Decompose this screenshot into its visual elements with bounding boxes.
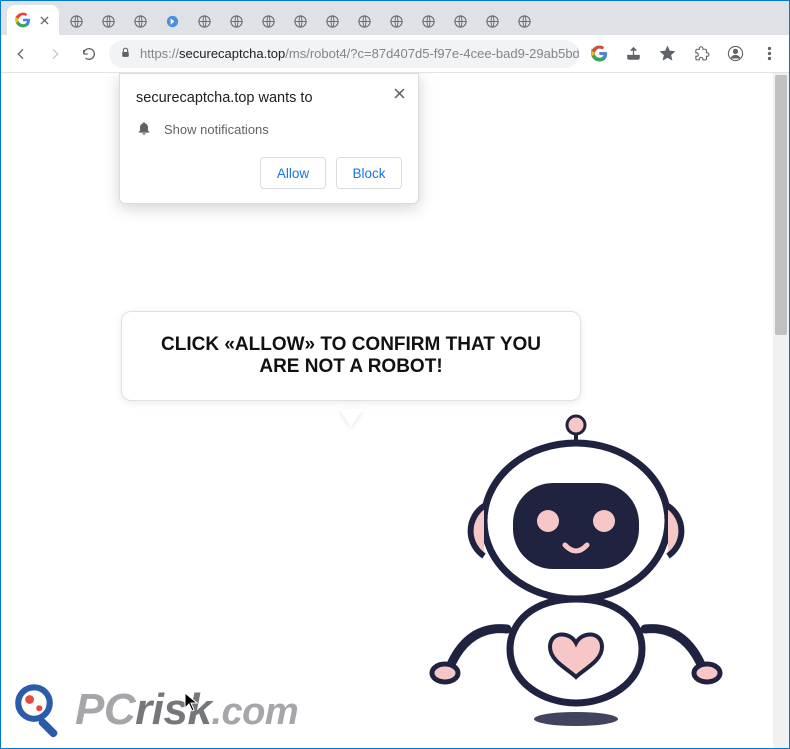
- bubble-tail-icon: [339, 409, 363, 427]
- google-g-icon[interactable]: [585, 40, 613, 68]
- background-tab[interactable]: [189, 7, 219, 35]
- background-tab[interactable]: [285, 7, 315, 35]
- browser-window: https://securecaptcha.top/ms/robot4/?c=8…: [0, 0, 790, 749]
- background-tab[interactable]: [125, 7, 155, 35]
- lock-icon: [119, 46, 132, 62]
- background-tab[interactable]: [349, 7, 379, 35]
- background-tab[interactable]: [157, 7, 187, 35]
- background-tab[interactable]: [61, 7, 91, 35]
- speech-bubble: CLICK «ALLOW» TO CONFIRM THAT YOU ARE NO…: [121, 311, 581, 401]
- tab-active[interactable]: [7, 5, 59, 35]
- robot-illustration: [401, 411, 751, 731]
- background-tab[interactable]: [477, 7, 507, 35]
- mouse-cursor-icon: [184, 692, 198, 712]
- nav-forward-button[interactable]: [41, 40, 69, 68]
- google-g-icon: [15, 12, 31, 28]
- url-protocol: https://: [140, 46, 179, 61]
- profile-icon[interactable]: [721, 40, 749, 68]
- permission-capability-text: Show notifications: [164, 122, 269, 137]
- share-icon[interactable]: [619, 40, 647, 68]
- notification-permission-prompt: securecaptcha.top wants to Show notifica…: [119, 73, 419, 204]
- allow-button[interactable]: Allow: [260, 157, 326, 189]
- background-tab[interactable]: [445, 7, 475, 35]
- address-bar[interactable]: https://securecaptcha.top/ms/robot4/?c=8…: [109, 40, 579, 68]
- bubble-text: CLICK «ALLOW» TO CONFIRM THAT YOU ARE NO…: [121, 311, 581, 401]
- background-tabs: [61, 7, 539, 35]
- watermark-pc: PC: [75, 685, 135, 734]
- tab-strip: [1, 1, 789, 35]
- url-host: securecaptcha.top: [179, 46, 285, 61]
- kebab-menu-icon[interactable]: [755, 40, 783, 68]
- pcrisk-watermark: PCrisk.com: [13, 682, 298, 738]
- background-tab[interactable]: [509, 7, 539, 35]
- bell-icon: [136, 120, 152, 139]
- close-icon[interactable]: [390, 84, 408, 102]
- background-tab[interactable]: [93, 7, 123, 35]
- nav-back-button[interactable]: [7, 40, 35, 68]
- background-tab[interactable]: [253, 7, 283, 35]
- nav-reload-button[interactable]: [75, 40, 103, 68]
- background-tab[interactable]: [221, 7, 251, 35]
- url-path: /ms/robot4/?c=87d407d5-f97e-4cee-bad9-29…: [285, 46, 579, 61]
- block-button[interactable]: Block: [336, 157, 402, 189]
- watermark-risk: risk: [135, 685, 211, 734]
- permission-origin-text: securecaptcha.top wants to: [136, 90, 402, 106]
- watermark-dotcom: .com: [211, 691, 298, 733]
- browser-toolbar: https://securecaptcha.top/ms/robot4/?c=8…: [1, 35, 789, 73]
- magnifier-icon: [13, 682, 69, 738]
- tab-close-icon[interactable]: [37, 13, 51, 27]
- background-tab[interactable]: [381, 7, 411, 35]
- background-tab[interactable]: [413, 7, 443, 35]
- extensions-icon[interactable]: [687, 40, 715, 68]
- background-tab[interactable]: [317, 7, 347, 35]
- page-viewport: securecaptcha.top wants to Show notifica…: [1, 73, 789, 748]
- star-icon[interactable]: [653, 40, 681, 68]
- vertical-scrollbar[interactable]: [773, 73, 789, 748]
- scrollbar-thumb[interactable]: [775, 75, 787, 335]
